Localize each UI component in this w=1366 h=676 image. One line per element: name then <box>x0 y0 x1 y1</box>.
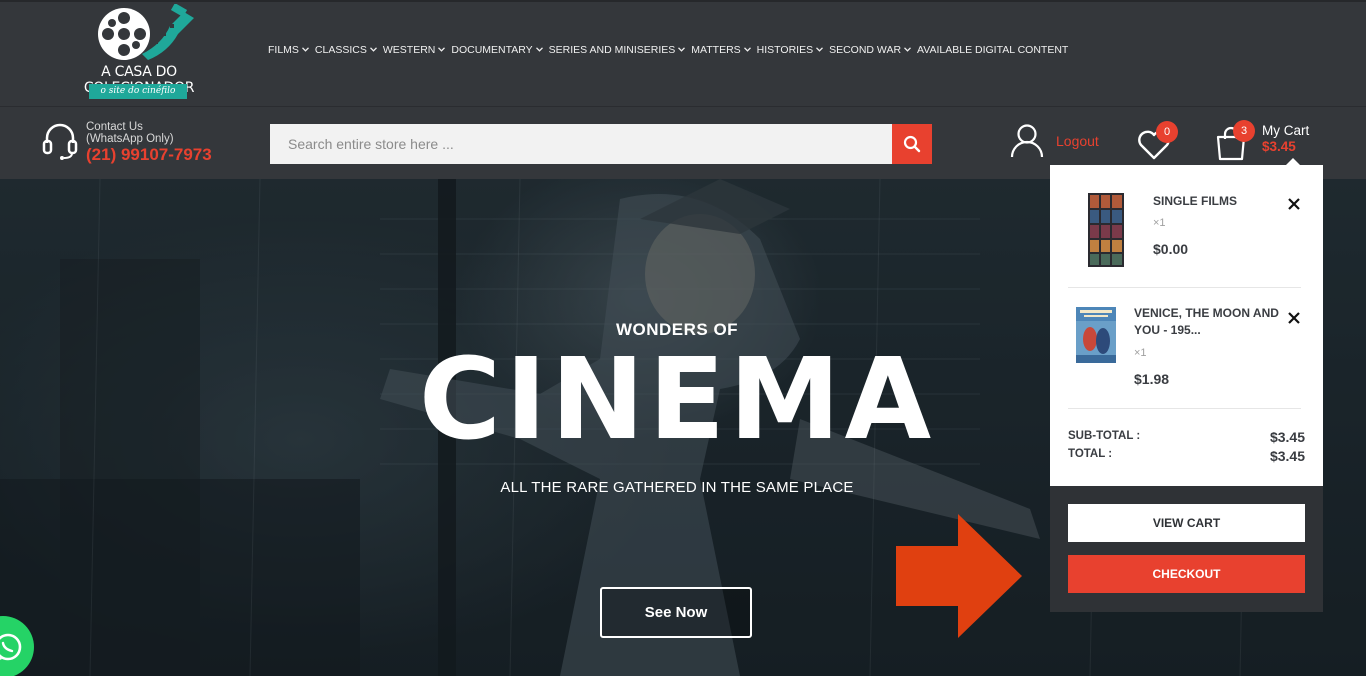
cart-item-qty: ×1 <box>1134 347 1147 359</box>
nav-item-western[interactable]: WESTERN <box>383 44 446 56</box>
search-bar <box>270 124 932 164</box>
whatsapp-button[interactable] <box>0 616 34 676</box>
main-nav: FILMS CLASSICS WESTERN DOCUMENTARY SERIES AN… <box>268 44 1074 56</box>
account-block: Logout <box>1010 123 1099 159</box>
contact-sublabel: (WhatsApp Only) <box>86 133 174 145</box>
chevron-down-icon <box>301 45 309 54</box>
dropdown-caret <box>1286 158 1300 165</box>
chevron-down-icon <box>535 45 543 54</box>
see-now-button[interactable]: See Now <box>600 587 752 638</box>
total-label: TOTAL : <box>1068 448 1113 460</box>
nav-item-documentary[interactable]: DOCUMENTARY <box>451 44 543 56</box>
nav-item-label: MATTERS <box>691 44 741 56</box>
nav-item-label: WESTERN <box>382 44 436 56</box>
nav-item-label: SECOND WAR <box>829 44 902 56</box>
contact-block: Contact Us (WhatsApp Only) (21) 99107-79… <box>42 121 212 165</box>
view-cart-button[interactable]: VIEW CART <box>1068 504 1305 542</box>
headset-icon <box>42 123 78 160</box>
nav-item-available-digital-content[interactable]: AVAILABLE DIGITAL CONTENT <box>917 44 1068 56</box>
top-header: A CASA DO COLECIONADOR o site do cinéfil… <box>0 0 1366 106</box>
nav-item-label: CLASSICS <box>314 44 367 56</box>
chevron-down-icon <box>743 45 751 54</box>
cart-item-price: $0.00 <box>1153 241 1189 257</box>
nav-item-histories[interactable]: HISTORIES <box>756 44 824 56</box>
product-thumbnail[interactable] <box>1076 307 1116 363</box>
nav-item-label: HISTORIES <box>756 44 814 56</box>
nav-item-label: SERIES AND MINISERIES <box>548 44 676 56</box>
logout-link[interactable]: Logout <box>1056 133 1099 149</box>
checkout-button[interactable]: CHECKOUT <box>1068 555 1305 593</box>
cart-item-price: $1.98 <box>1134 371 1170 387</box>
search-input[interactable] <box>270 124 892 164</box>
contact-label: Contact Us <box>86 121 143 133</box>
user-icon[interactable] <box>1010 123 1044 159</box>
nav-item-second-war[interactable]: SECOND WAR <box>829 44 911 56</box>
cart-item: SINGLE FILMS ×1 $0.00 <box>1068 191 1301 271</box>
nav-item-classics[interactable]: CLASSICS <box>315 44 377 56</box>
cart-item-name-line2[interactable]: YOU - 195... <box>1134 322 1201 339</box>
chevron-down-icon <box>369 45 377 54</box>
wishlist-count-badge: 0 <box>1156 121 1178 143</box>
mini-cart-items-panel: SINGLE FILMS ×1 $0.00 VENICE, THE MOON A… <box>1050 165 1323 486</box>
chevron-down-icon <box>678 45 686 54</box>
search-icon <box>903 135 921 153</box>
cart-item-name[interactable]: SINGLE FILMS <box>1153 193 1237 210</box>
search-button[interactable] <box>892 124 932 164</box>
whatsapp-icon <box>0 633 22 661</box>
wishlist-button[interactable]: 0 <box>1136 121 1180 163</box>
product-thumbnail[interactable] <box>1088 193 1124 267</box>
chevron-down-icon <box>816 45 824 54</box>
subtotal-label: SUB-TOTAL : <box>1068 430 1141 442</box>
total-value: $3.45 <box>1269 448 1305 464</box>
nav-item-series-and-miniseries[interactable]: SERIES AND MINISERIES <box>549 44 686 56</box>
arrow-right-icon <box>896 514 1022 638</box>
divider <box>1068 287 1301 288</box>
film-reel-icon <box>98 3 194 60</box>
contact-phone[interactable]: (21) 99107-7973 <box>86 145 212 165</box>
divider <box>1068 408 1301 409</box>
cart-item-name[interactable]: VENICE, THE MOON AND <box>1134 305 1279 322</box>
remove-item-icon[interactable] <box>1287 197 1301 211</box>
nav-item-label: DOCUMENTARY <box>451 44 533 56</box>
remove-item-icon[interactable] <box>1287 311 1301 325</box>
cart-item-qty: ×1 <box>1153 217 1166 229</box>
nav-item-matters[interactable]: MATTERS <box>691 44 751 56</box>
cart-header-total: $3.45 <box>1262 139 1296 154</box>
cart-item: VENICE, THE MOON AND YOU - 195... ×1 $1.… <box>1068 305 1301 395</box>
mini-cart-dropdown: SINGLE FILMS ×1 $0.00 VENICE, THE MOON A… <box>1050 158 1323 612</box>
site-logo[interactable]: A CASA DO COLECIONADOR o site do cinéfil… <box>44 3 234 102</box>
chevron-down-icon <box>904 45 911 54</box>
cart-count-badge: 3 <box>1233 120 1255 142</box>
logo-tagline: o site do cinéfilo <box>89 84 187 99</box>
nav-item-label: FILMS <box>268 44 299 56</box>
subtotal-value: $3.45 <box>1269 429 1305 445</box>
chevron-down-icon <box>438 45 446 54</box>
nav-item-films[interactable]: FILMS <box>268 44 309 56</box>
nav-item-label: AVAILABLE DIGITAL CONTENT <box>917 44 1069 56</box>
mini-cart-toggle[interactable]: 3 My Cart $3.45 <box>1214 120 1324 165</box>
cart-label: My Cart <box>1262 123 1310 138</box>
